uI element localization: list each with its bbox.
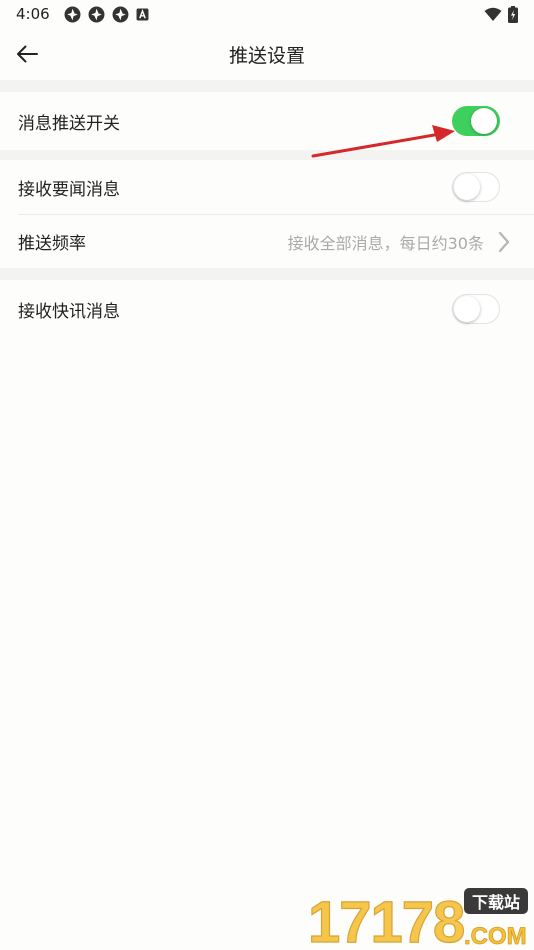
aperture-icon — [88, 6, 105, 22]
push-switch-label: 消息推送开关 — [18, 113, 120, 134]
a-badge-icon — [136, 8, 149, 20]
battery-charging-icon — [508, 5, 518, 23]
arrow-left-icon — [17, 45, 38, 63]
aperture-icon — [64, 6, 81, 22]
section-gap — [0, 150, 534, 160]
push-switch-row: 消息推送开关 — [0, 92, 534, 150]
headline-toggle[interactable] — [452, 172, 500, 202]
section-gap — [0, 268, 534, 280]
flash-row: 接收快讯消息 — [0, 280, 534, 338]
page-title: 推送设置 — [228, 44, 305, 67]
flash-label: 接收快讯消息 — [18, 301, 120, 322]
app-bar: 推送设置 — [0, 28, 534, 80]
wifi-icon — [484, 7, 502, 21]
watermark-logo: 17178 下载站 .COM — [304, 886, 530, 950]
aperture-icon — [112, 6, 129, 22]
push-switch-toggle[interactable] — [452, 106, 500, 136]
watermark-number: 17178 — [308, 890, 464, 948]
watermark-suffix: .COM — [464, 923, 527, 948]
chevron-right-icon — [498, 231, 510, 252]
frequency-row[interactable]: 推送频率 接收全部消息，每日约30条 — [0, 215, 534, 268]
watermark-graphic: 17178 下载站 .COM — [307, 888, 528, 950]
headline-label: 接收要闻消息 — [18, 179, 120, 200]
toggle-knob — [471, 108, 497, 134]
headline-row: 接收要闻消息 — [0, 160, 534, 214]
status-system-icons — [484, 5, 518, 23]
back-button[interactable] — [10, 38, 44, 70]
status-time: 4:06 — [16, 5, 50, 23]
section-gap — [0, 80, 534, 92]
toggle-knob — [454, 174, 480, 200]
status-notification-icons — [64, 6, 149, 23]
frequency-value: 接收全部消息，每日约30条 — [287, 233, 484, 253]
watermark-badge: 下载站 — [472, 893, 520, 912]
flash-toggle[interactable] — [452, 294, 500, 324]
toggle-knob — [454, 296, 480, 322]
frequency-label: 推送频率 — [18, 234, 86, 254]
status-bar: 4:06 — [0, 0, 534, 28]
